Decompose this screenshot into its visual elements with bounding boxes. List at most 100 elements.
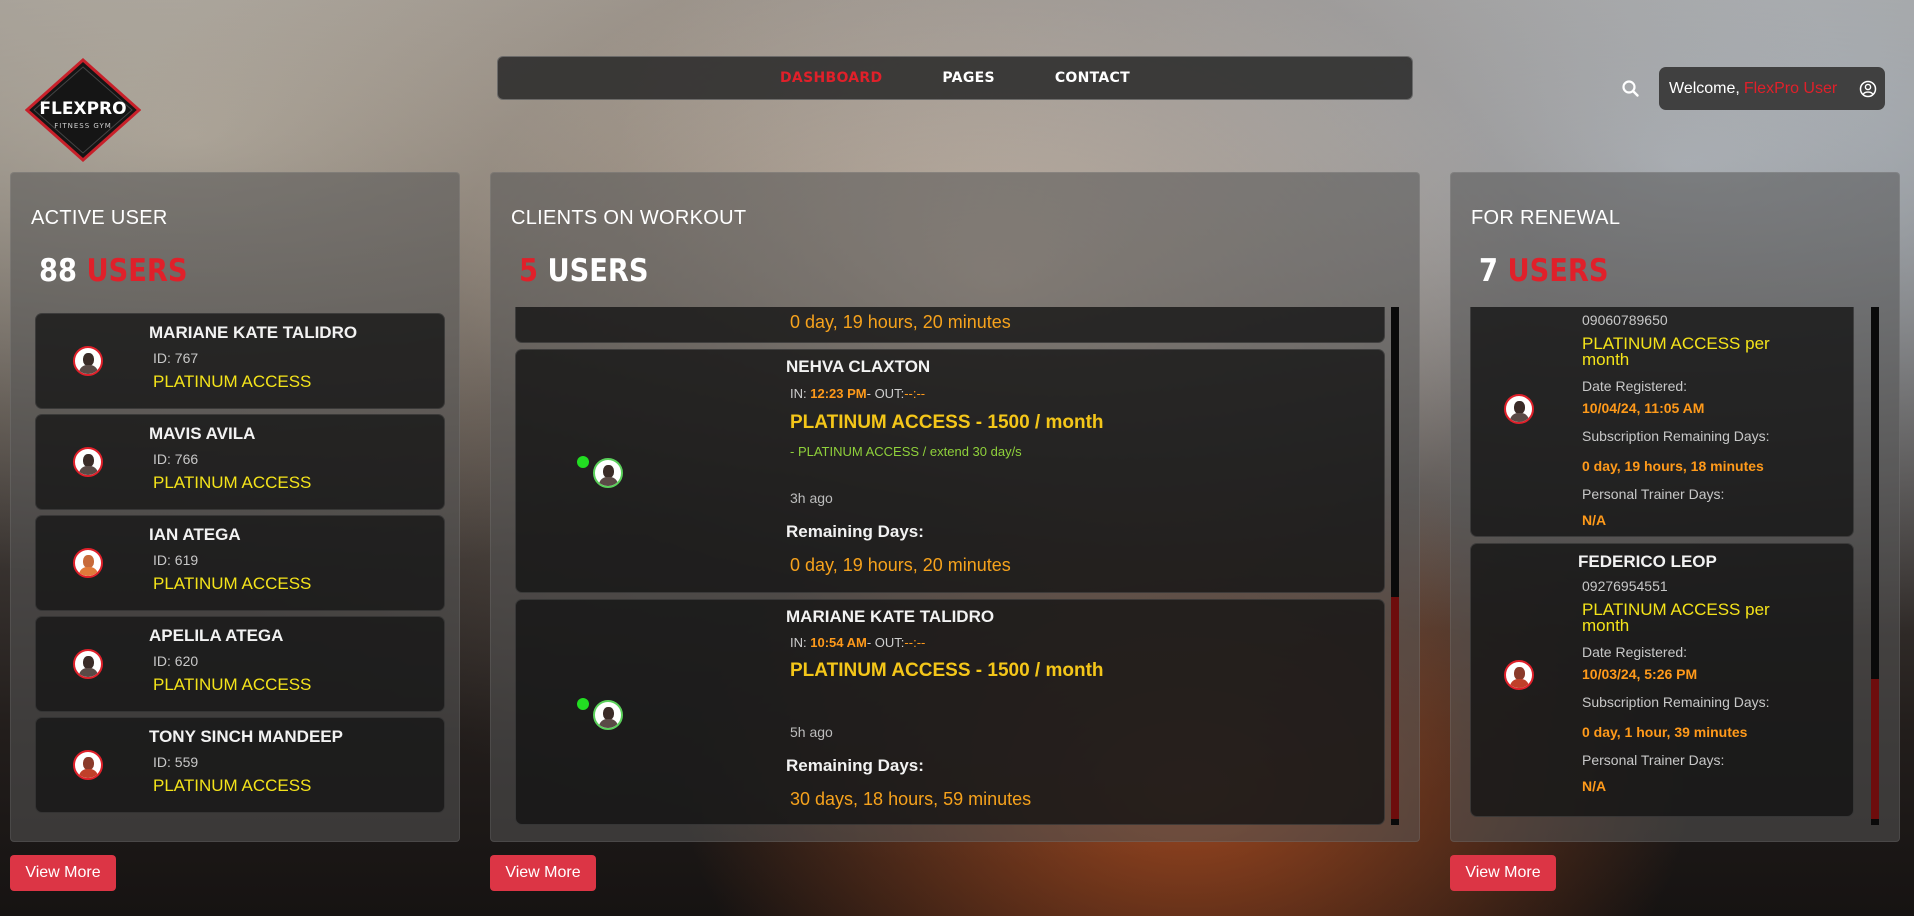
trainer-days-value: N/A — [1582, 512, 1607, 528]
user-name: APELILA ATEGA — [149, 626, 284, 645]
plan-extension: - PLATINUM ACCESS / extend 30 day/s — [790, 444, 1022, 459]
main-nav: DASHBOARD PAGES CONTACT — [497, 56, 1413, 100]
flexpro-logo[interactable]: FLEXPRO FITNESS GYM — [24, 57, 142, 163]
scrollbar-thumb[interactable] — [1391, 597, 1399, 819]
avatar — [73, 548, 103, 578]
subscription-remaining-label: Subscription Remaining Days: — [1582, 428, 1770, 444]
list-item[interactable]: FEDERICO LEOP 09276954551 PLATINUM ACCES… — [1470, 543, 1854, 817]
avatar — [73, 649, 103, 679]
out-time: --:-- — [904, 386, 926, 401]
nav-pages[interactable]: PAGES — [942, 70, 994, 86]
renewal-scrollbar[interactable] — [1871, 307, 1879, 825]
list-item[interactable]: MAVIS AVILA ID: 766 PLATINUM ACCESS — [35, 414, 445, 510]
list-item[interactable]: 09060789650 PLATINUM ACCESS per month Da… — [1470, 307, 1854, 537]
workout-user-count: 5 USERS — [519, 253, 649, 289]
avatar — [593, 458, 623, 488]
scrollbar-thumb[interactable] — [1871, 679, 1879, 819]
user-id: ID: 766 — [153, 451, 199, 467]
list-item[interactable]: 0 day, 19 hours, 20 minutes — [515, 307, 1385, 343]
avatar — [73, 346, 103, 376]
client-name: FEDERICO LEOP — [1578, 552, 1717, 571]
renewal-user-count: 7 USERS — [1479, 253, 1609, 289]
date-registered-label: Date Registered: — [1582, 644, 1688, 660]
list-item[interactable]: MARIANE KATE TALIDRO IN: 10:54 AM- OUT:-… — [515, 599, 1385, 825]
user-plan: PLATINUM ACCESS — [153, 372, 312, 391]
list-item[interactable]: TONY SINCH MANDEEP ID: 559 PLATINUM ACCE… — [35, 717, 445, 813]
client-plan: PLATINUM ACCESS - 1500 / month — [790, 412, 1104, 433]
user-id: ID: 767 — [153, 350, 199, 366]
remaining-label: Remaining Days: — [786, 756, 924, 775]
logo-text: FLEXPRO — [39, 99, 126, 119]
workout-view-more-button[interactable]: View More — [490, 855, 596, 891]
count-label: USERS — [1507, 253, 1609, 289]
count-number: 5 — [519, 253, 538, 289]
count-label: USERS — [547, 253, 649, 289]
client-plan: PLATINUM ACCESS per month — [1582, 600, 1770, 635]
user-id: ID: 559 — [153, 754, 199, 770]
client-name: MARIANE KATE TALIDRO — [786, 607, 995, 626]
online-status-dot — [577, 456, 589, 468]
subscription-remaining-label: Subscription Remaining Days: — [1582, 694, 1770, 710]
client-name: NEHVA CLAXTON — [786, 357, 931, 376]
list-item[interactable]: APELILA ATEGA ID: 620 PLATINUM ACCESS — [35, 616, 445, 712]
out-label: - OUT: — [866, 635, 905, 650]
search-icon[interactable] — [1620, 78, 1642, 100]
list-item[interactable]: MARIANE KATE TALIDRO ID: 767 PLATINUM AC… — [35, 313, 445, 409]
trainer-days-value: N/A — [1582, 778, 1607, 794]
user-plan: PLATINUM ACCESS — [153, 776, 312, 795]
trainer-days-label: Personal Trainer Days: — [1582, 752, 1725, 768]
user-plan: PLATINUM ACCESS — [153, 473, 312, 492]
user-id: ID: 619 — [153, 552, 199, 568]
clients-on-workout-panel: CLIENTS ON WORKOUT 5 USERS 0 day, 19 hou… — [490, 172, 1420, 842]
trainer-days-label: Personal Trainer Days: — [1582, 486, 1725, 502]
user-menu[interactable]: Welcome, FlexPro User — [1659, 67, 1885, 110]
user-name: TONY SINCH MANDEEP — [149, 727, 343, 746]
list-item[interactable]: IAN ATEGA ID: 619 PLATINUM ACCESS — [35, 515, 445, 611]
time-ago: 3h ago — [790, 490, 833, 506]
active-users-view-more-button[interactable]: View More — [10, 855, 116, 891]
online-status-dot — [577, 698, 589, 710]
avatar — [73, 750, 103, 780]
subscription-remaining-value: 0 day, 19 hours, 18 minutes — [1582, 458, 1764, 474]
date-registered-value: 10/03/24, 5:26 PM — [1582, 666, 1698, 682]
renewal-view-more-button[interactable]: View More — [1450, 855, 1556, 891]
user-name: MARIANE KATE TALIDRO — [149, 323, 358, 342]
avatar — [1504, 660, 1534, 690]
client-plan: PLATINUM ACCESS - 1500 / month — [790, 660, 1104, 681]
count-label: USERS — [86, 253, 188, 289]
active-user-count: 88 USERS — [39, 253, 188, 289]
renewal-list[interactable]: 09060789650 PLATINUM ACCESS per month Da… — [1470, 307, 1870, 825]
workout-scrollbar[interactable] — [1391, 307, 1399, 825]
remaining-value: 30 days, 18 hours, 59 minutes — [790, 789, 1032, 809]
in-label: IN: — [790, 386, 807, 401]
panel-title: ACTIVE USER — [31, 207, 168, 229]
check-in-out: IN: 10:54 AM- OUT:--:-- — [790, 635, 925, 650]
out-time: --:-- — [904, 635, 926, 650]
in-time: 12:23 PM — [810, 386, 867, 401]
check-in-out: IN: 12:23 PM- OUT:--:-- — [790, 386, 925, 401]
client-plan: PLATINUM ACCESS per month — [1582, 334, 1770, 369]
welcome-text: Welcome, — [1669, 79, 1740, 97]
count-number: 88 — [39, 253, 77, 289]
out-label: - OUT: — [866, 386, 905, 401]
list-item[interactable]: NEHVA CLAXTON IN: 12:23 PM- OUT:--:-- PL… — [515, 349, 1385, 593]
count-number: 7 — [1479, 253, 1498, 289]
nav-contact[interactable]: CONTACT — [1055, 70, 1130, 86]
panel-title: FOR RENEWAL — [1471, 207, 1621, 229]
nav-dashboard[interactable]: DASHBOARD — [780, 70, 882, 86]
active-user-panel: ACTIVE USER 88 USERS MARIANE KATE TALIDR… — [10, 172, 460, 842]
in-label: IN: — [790, 635, 807, 650]
user-name: IAN ATEGA — [149, 525, 241, 544]
user-plan: PLATINUM ACCESS — [153, 574, 312, 593]
avatar — [73, 447, 103, 477]
remaining-value: 0 day, 19 hours, 20 minutes — [790, 555, 1011, 575]
avatar — [1504, 394, 1534, 424]
subscription-remaining-value: 0 day, 1 hour, 39 minutes — [1582, 724, 1748, 740]
user-name: MAVIS AVILA — [149, 424, 256, 443]
date-registered-value: 10/04/24, 11:05 AM — [1582, 400, 1705, 416]
active-user-list: MARIANE KATE TALIDRO ID: 767 PLATINUM AC… — [35, 313, 445, 818]
remaining-label: Remaining Days: — [786, 522, 924, 541]
workout-list[interactable]: 0 day, 19 hours, 20 minutes NEHVA CLAXTO… — [515, 307, 1395, 825]
user-circle-icon — [1859, 80, 1877, 98]
client-phone: 09060789650 — [1582, 312, 1668, 328]
